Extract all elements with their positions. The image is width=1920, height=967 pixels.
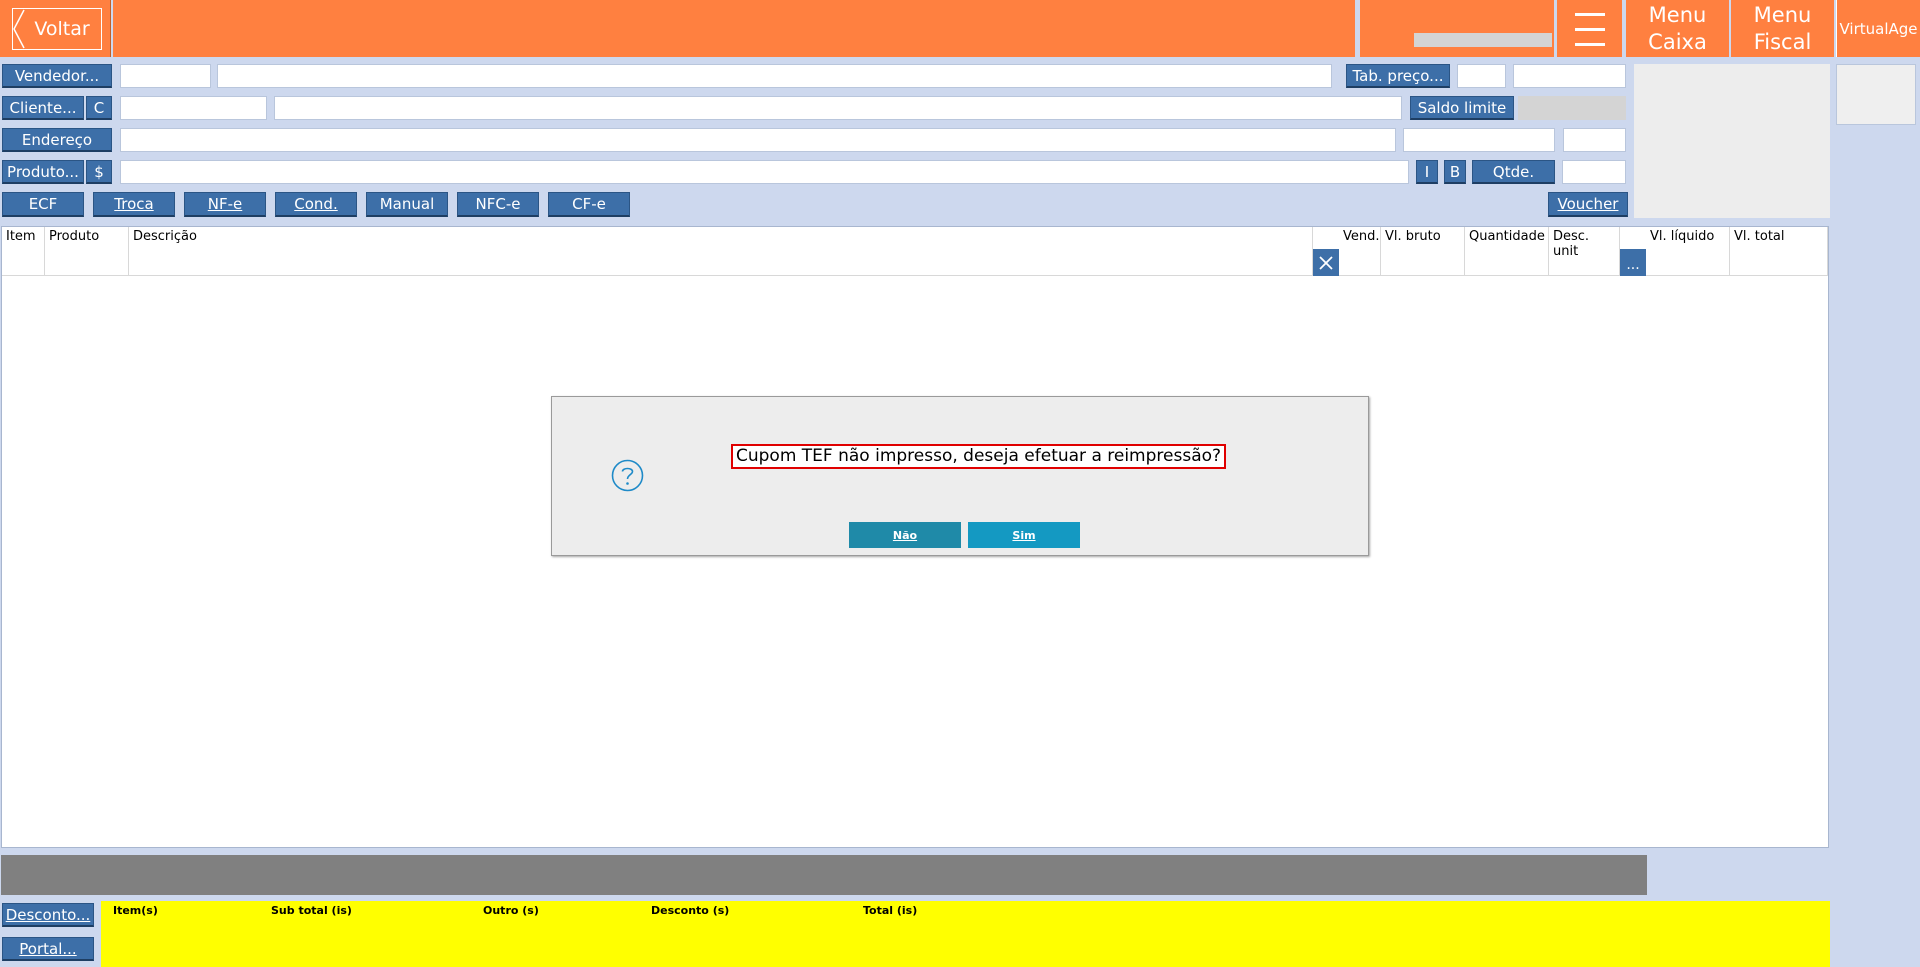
ecf-label: ECF	[28, 195, 58, 213]
cliente-button[interactable]: Cliente...	[2, 96, 84, 120]
endereco-input[interactable]	[120, 128, 1396, 152]
col-item[interactable]: Item	[2, 227, 45, 276]
cliente-name-input[interactable]	[274, 96, 1402, 120]
menu-fiscal-line1: Menu	[1753, 2, 1812, 27]
col-descricao[interactable]: Descrição	[129, 227, 1313, 276]
troca-button[interactable]: Troca	[93, 192, 175, 217]
cliente-label: Cliente...	[9, 98, 77, 117]
col-desc-unit[interactable]: Desc. unit	[1549, 227, 1620, 276]
nfce-label: NFC-e	[475, 195, 521, 213]
tab-preco-name-input[interactable]	[1513, 64, 1626, 88]
top-status-area	[1360, 0, 1554, 57]
nfce-button[interactable]: NFC-e	[457, 192, 539, 217]
confirm-dialog: Cupom TEF não impresso, deseja efetuar a…	[551, 396, 1369, 556]
troca-label: Troca	[114, 195, 154, 213]
produto-dollar-label: $	[94, 162, 104, 181]
b-label: B	[1449, 162, 1461, 181]
brand-label: VirtualAge	[1836, 0, 1920, 57]
nfe-button[interactable]: NF-e	[184, 192, 266, 217]
cfe-label: CF-e	[572, 195, 606, 213]
top-bar: Voltar Menu Caixa Menu Fiscal VirtualAge	[0, 0, 1920, 58]
totals-panel: Item(s) Sub total (is) Outro (s) Descont…	[101, 901, 1830, 967]
menu-caixa-line2: Caixa	[1648, 29, 1707, 54]
portal-button[interactable]: Portal...	[2, 937, 94, 961]
cliente-code-input[interactable]	[120, 96, 267, 120]
grid-header: Item Produto Descrição Vend. Vl. bruto Q…	[2, 227, 1828, 276]
qtde-input[interactable]	[1562, 160, 1626, 184]
desconto-label: Desconto...	[5, 905, 91, 924]
back-chevron-icon	[12, 8, 28, 50]
endereco-button[interactable]: Endereço	[2, 128, 112, 152]
customer-info-panel	[1634, 64, 1830, 218]
back-label: Voltar	[34, 18, 90, 40]
produto-button[interactable]: Produto...	[2, 160, 84, 184]
progress-bar	[1414, 33, 1552, 47]
saldo-limite-button[interactable]: Saldo limite	[1410, 96, 1514, 120]
hamburger-menu-button[interactable]	[1557, 0, 1622, 57]
saldo-limite-value	[1518, 96, 1626, 120]
produto-price-button[interactable]: $	[86, 160, 112, 184]
manual-label: Manual	[379, 195, 435, 213]
qtde-label: Qtde.	[1492, 162, 1535, 181]
vendedor-name-input[interactable]	[217, 64, 1332, 88]
total-label: Total (is)	[863, 904, 918, 917]
tab-preco-button[interactable]: Tab. preço...	[1346, 64, 1450, 88]
remove-item-button[interactable]	[1313, 249, 1339, 276]
close-icon	[1319, 255, 1333, 270]
cfe-button[interactable]: CF-e	[548, 192, 630, 217]
menu-fiscal-line2: Fiscal	[1753, 29, 1812, 54]
endereco-extra-input[interactable]	[1403, 128, 1555, 152]
desconto-button[interactable]: Desconto...	[2, 903, 94, 927]
col-vend[interactable]: Vend.	[1339, 227, 1381, 276]
dialog-yes-button[interactable]: Sim	[968, 522, 1080, 548]
cliente-c-label: C	[93, 98, 105, 117]
col-quantidade[interactable]: Quantidade	[1465, 227, 1549, 276]
col-vl-bruto[interactable]: Vl. bruto	[1381, 227, 1465, 276]
menu-caixa-button[interactable]: Menu Caixa	[1626, 0, 1729, 57]
tab-preco-label: Tab. preço...	[1352, 66, 1444, 85]
saldo-limite-label: Saldo limite	[1417, 98, 1507, 117]
col-vl-liquido[interactable]: Vl. líquido	[1646, 227, 1730, 276]
i-label: I	[1424, 162, 1430, 181]
ecf-button[interactable]: ECF	[2, 192, 84, 217]
endereco-label: Endereço	[21, 130, 93, 149]
status-bar	[1, 855, 1647, 895]
menu-fiscal-button[interactable]: Menu Fiscal	[1731, 0, 1834, 57]
outro-label: Outro (s)	[483, 904, 539, 917]
voucher-label: Voucher	[1557, 195, 1619, 213]
total-items-label: Item(s)	[113, 904, 158, 917]
hamburger-icon	[1574, 12, 1605, 46]
manual-button[interactable]: Manual	[366, 192, 448, 217]
top-title-area	[113, 0, 1355, 57]
tab-preco-code-input[interactable]	[1457, 64, 1506, 88]
desconto-total-label: Desconto (s)	[651, 904, 730, 917]
cond-label: Cond.	[294, 195, 338, 213]
i-button[interactable]: I	[1416, 160, 1438, 184]
nfe-label: NF-e	[207, 195, 243, 213]
col-vl-total[interactable]: Vl. total	[1730, 227, 1828, 276]
col-produto[interactable]: Produto	[45, 227, 129, 276]
qtde-button[interactable]: Qtde.	[1472, 160, 1555, 184]
dialog-message: Cupom TEF não impresso, deseja efetuar a…	[731, 444, 1227, 469]
produto-label: Produto...	[7, 162, 79, 181]
vendedor-label: Vendedor...	[14, 66, 100, 85]
vendedor-button[interactable]: Vendedor...	[2, 64, 112, 88]
more-options-button[interactable]: ...	[1620, 249, 1646, 276]
dialog-no-button[interactable]: Não	[849, 522, 961, 548]
produto-input[interactable]	[120, 160, 1409, 184]
question-icon	[611, 459, 644, 492]
portal-label: Portal...	[19, 939, 77, 958]
voucher-button[interactable]: Voucher	[1548, 192, 1628, 217]
endereco-number-input[interactable]	[1563, 128, 1626, 152]
vendedor-code-input[interactable]	[120, 64, 211, 88]
subtotal-label: Sub total (is)	[271, 904, 352, 917]
menu-caixa-line1: Menu	[1648, 2, 1707, 27]
side-action-button[interactable]	[1836, 64, 1916, 125]
b-button[interactable]: B	[1444, 160, 1466, 184]
cliente-c-button[interactable]: C	[86, 96, 112, 120]
cond-button[interactable]: Cond.	[275, 192, 357, 217]
